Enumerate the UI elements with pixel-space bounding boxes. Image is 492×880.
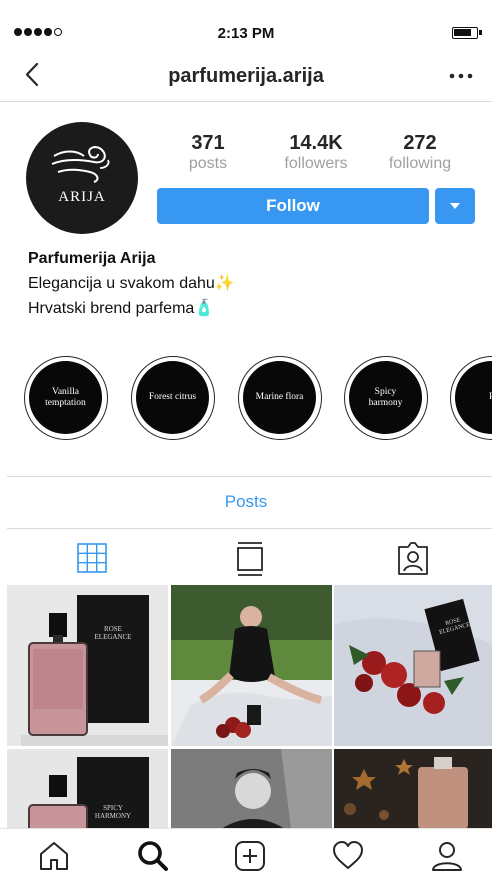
avatar-brand-text: ARIJA [58,189,106,205]
box-label-line: HARMONY [94,812,132,820]
highlight-item[interactable]: Marine flora [238,356,322,440]
stat-label: following [388,155,452,172]
follow-button[interactable]: Follow [157,188,429,224]
highlight-label: Marine flora [255,392,304,402]
chevron-down-icon [450,203,460,209]
bottle-box-label: SPICY HARMONY [87,804,139,820]
highlight-label: Ro ele [455,392,492,403]
perfume-photo [21,595,168,746]
new-post-icon[interactable] [233,839,267,873]
post-thumbnail[interactable] [171,749,332,828]
highlight-item[interactable]: Vanilla temptation [24,356,108,440]
highlight-label: Forest citrus [148,392,197,402]
home-icon[interactable] [37,839,71,873]
bio-line: Elegancija u svakom dahu✨ [28,275,235,292]
profile-view-tabs [0,538,492,578]
profile-icon[interactable] [430,839,464,873]
stat-label: posts [188,155,228,172]
status-bar: 2:13 PM [0,0,492,42]
post-thumbnail[interactable]: ROSE ELEGANCE [7,585,168,746]
bio-line: Hrvatski brend parfema🧴 [28,300,215,317]
roses-photo [334,598,492,746]
post-thumbnail[interactable]: ROSE ELEGANCE [334,585,492,746]
grid-icon[interactable] [72,538,112,578]
highlight-item[interactable]: Spicy harmony [344,356,428,440]
posts-section-label[interactable]: Posts [0,492,492,512]
avatar[interactable]: ARIJA [26,122,138,234]
profile-bio: Parfumerija Arija Elegancija u svakom da… [28,246,468,321]
bottle-box-label: ROSE ELEGANCE [87,625,139,641]
highlight-item[interactable]: Ro ele [450,356,492,440]
bottom-tab-bar [0,828,492,880]
story-highlights: Vanilla temptation Forest citrus Marine … [0,356,492,442]
tagged-icon[interactable] [393,538,433,578]
search-icon[interactable] [136,839,170,873]
divider [7,528,492,529]
box-label-line: SPICY [103,804,123,812]
stat-followers[interactable]: 14.4K followers [266,132,366,173]
stat-label: followers [284,155,348,172]
battery-icon [452,27,482,39]
divider [7,476,492,477]
profile-name: Parfumerija Arija [28,250,156,267]
wind-swirl-logo-icon [51,146,110,183]
activity-icon[interactable] [331,839,365,873]
stat-following[interactable]: 272 following [370,132,470,173]
post-thumbnail[interactable]: SPICY HARMONY [7,749,168,828]
highlight-label: Vanilla temptation [45,386,86,408]
profile-username: parfumerija.arija [168,65,324,87]
profile-header: parfumerija.arija [0,52,492,102]
highlight-item[interactable]: Forest citrus [131,356,215,440]
stat-value: 371 [191,132,225,154]
stat-value: 14.4K [289,132,343,154]
highlight-label: Spicy harmony [368,386,403,408]
stat-value: 272 [403,132,437,154]
stat-posts[interactable]: 371 posts [158,132,258,173]
box-label-line: ROSE [104,625,122,633]
post-thumbnail[interactable] [171,585,332,746]
status-time: 2:13 PM [217,25,275,42]
feed-icon[interactable] [230,538,270,578]
box-label-line: ELEGANCE [94,633,132,641]
portrait-photo [171,749,332,828]
spices-photo [334,749,492,828]
suggestions-dropdown-button[interactable] [435,188,475,224]
post-grid: ROSE ELEGANCE ROSE ELEGANCE SPICY HARMON… [7,585,492,828]
post-thumbnail[interactable] [334,749,492,828]
lifestyle-photo [171,585,332,746]
more-options-icon[interactable] [448,62,474,88]
